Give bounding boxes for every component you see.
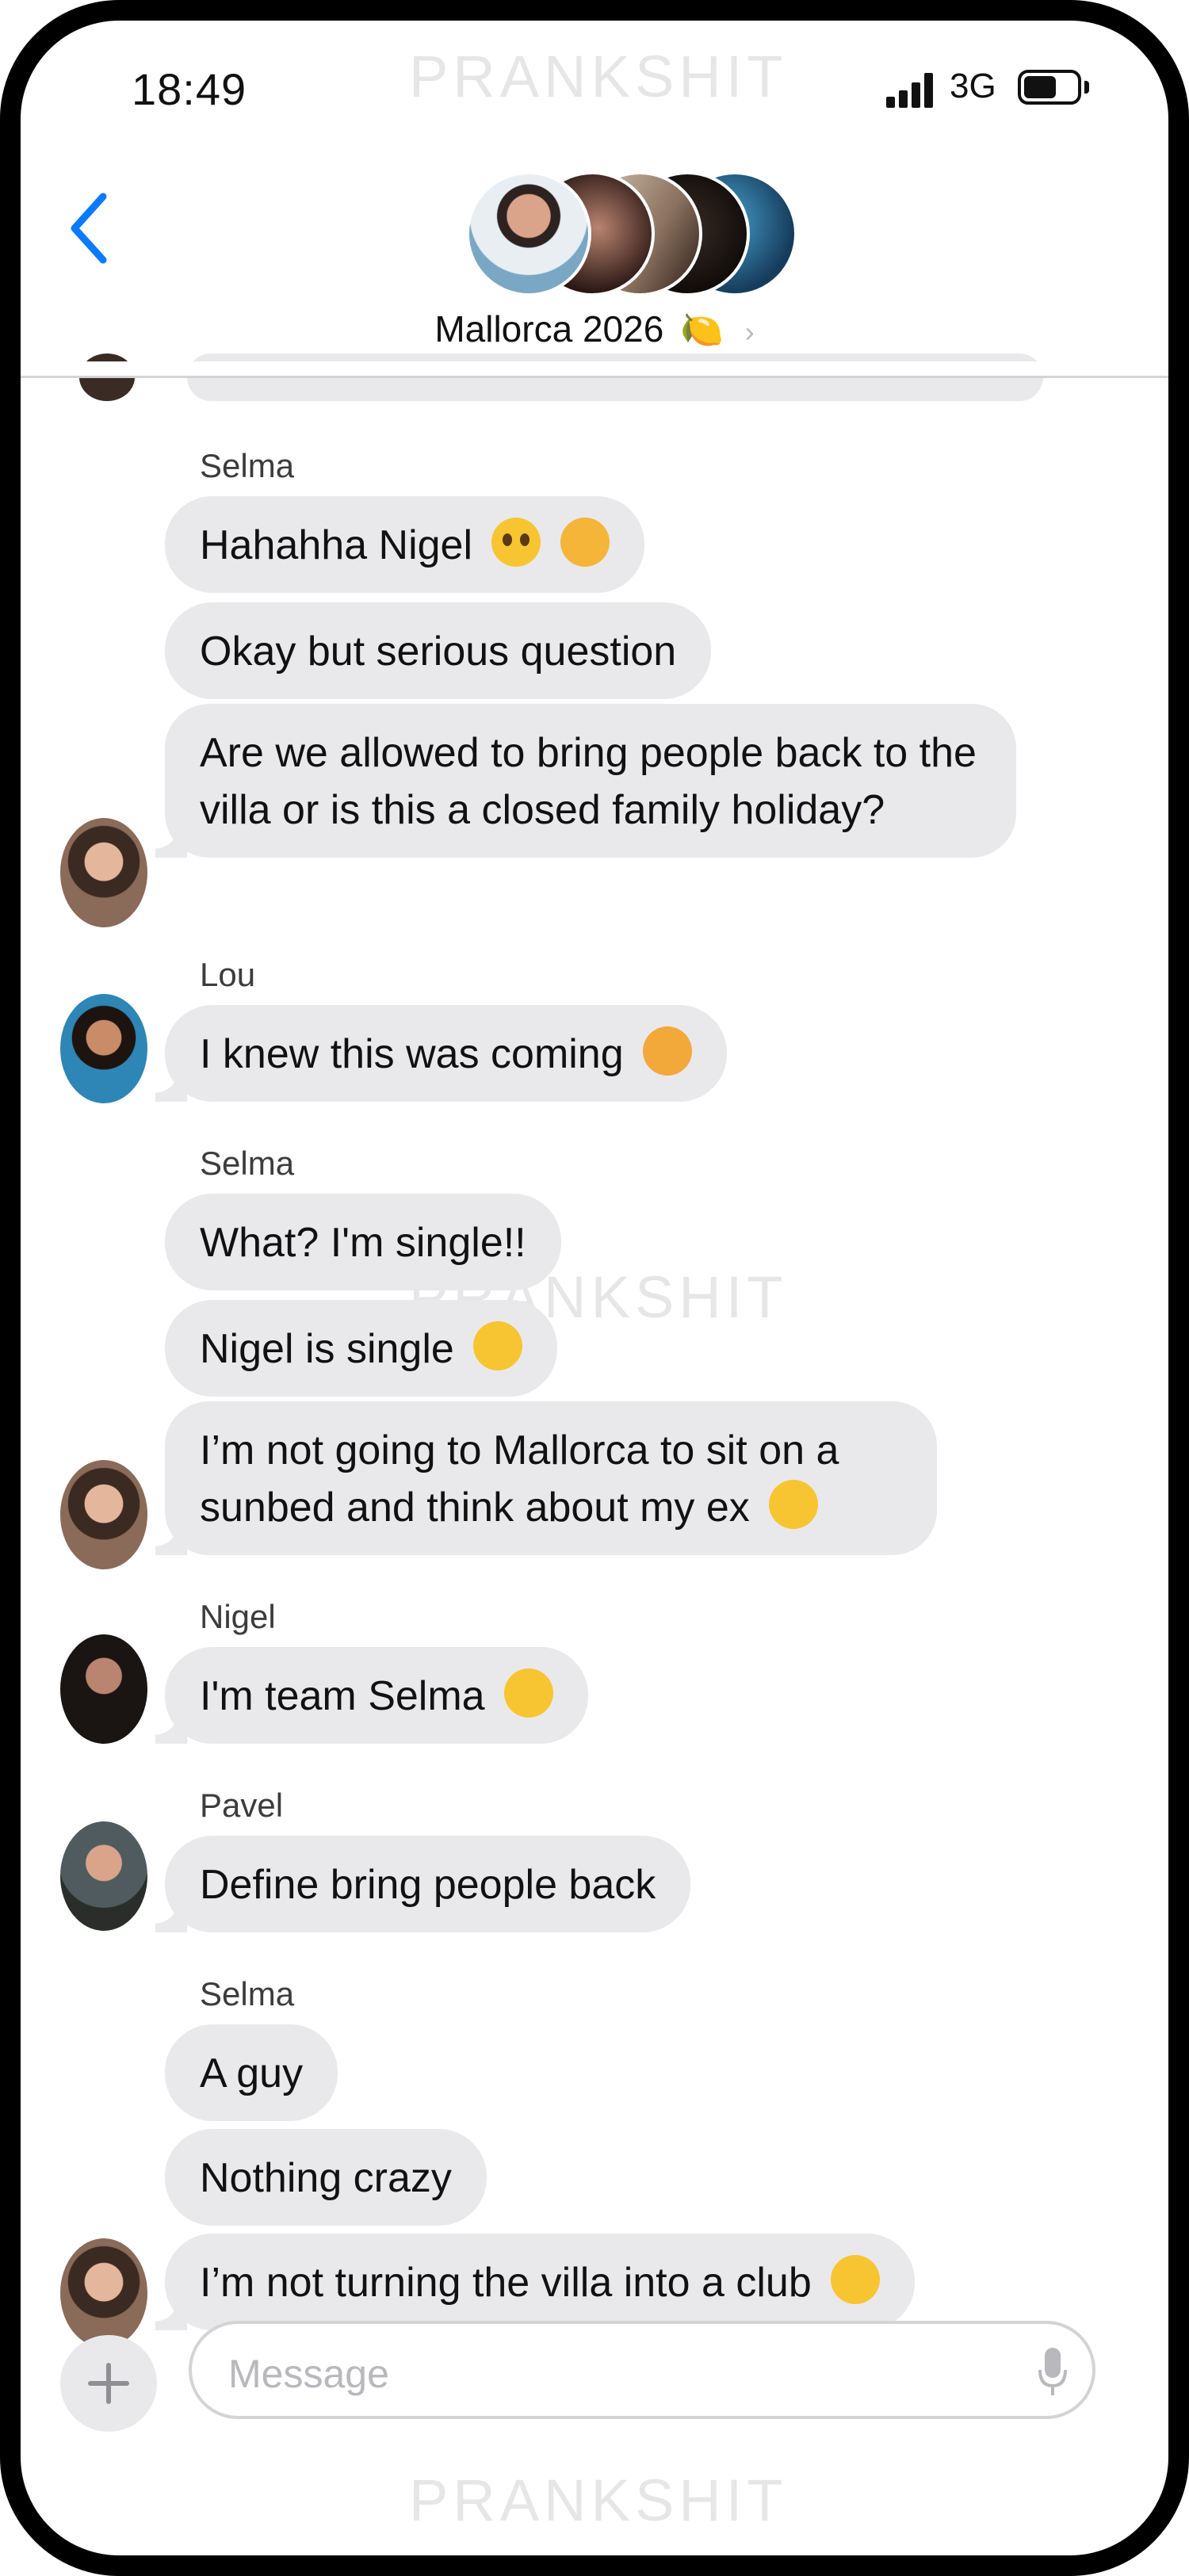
network-type: 3G bbox=[950, 67, 996, 105]
avatar-lou[interactable] bbox=[60, 994, 147, 1103]
sender-name: Selma bbox=[200, 447, 295, 484]
battery-tip bbox=[1084, 81, 1089, 94]
zany-face-emoji bbox=[643, 1026, 693, 1076]
message-placeholder: Message bbox=[228, 2352, 389, 2396]
sender-name: Pavel bbox=[200, 1787, 284, 1824]
plus-button[interactable] bbox=[60, 2335, 157, 2432]
chevron-right-icon: › bbox=[744, 315, 755, 348]
message-bubble[interactable]: Okay but serious question bbox=[165, 602, 712, 699]
message-bubble[interactable]: Hahahha Nigel bbox=[165, 496, 644, 593]
message-bubble[interactable]: I'm team Selma bbox=[155, 1647, 589, 1744]
upside-down-face-emoji bbox=[473, 1321, 523, 1370]
watermark-top: PRANKSHIT bbox=[409, 44, 788, 109]
status-time: 18:49 bbox=[132, 64, 247, 114]
back-chevron-icon[interactable] bbox=[63, 189, 119, 268]
avatar-selma[interactable] bbox=[60, 818, 147, 927]
watermark-bottom: PRANKSHIT bbox=[409, 2467, 788, 2533]
sender-name: Lou bbox=[200, 956, 256, 993]
lemon-emoji: 🍋 bbox=[680, 311, 724, 350]
avatar-selma[interactable] bbox=[60, 1460, 147, 1569]
flushed-emoji bbox=[491, 518, 541, 567]
sender-name: Selma bbox=[200, 1145, 295, 1182]
face-with-hand-emoji bbox=[560, 518, 610, 567]
message-bubble[interactable]: Are we allowed to bring people back to t… bbox=[155, 704, 1016, 858]
grinning-sweat-emoji bbox=[831, 2255, 881, 2304]
group-name: Mallorca 2026 bbox=[434, 308, 664, 350]
message-bubble[interactable]: I’m not turning the villa into a club bbox=[155, 2234, 916, 2330]
sender-name: Selma bbox=[200, 1975, 295, 2012]
group-title[interactable]: Mallorca 2026 🍋 › bbox=[21, 308, 1168, 350]
message-bubble[interactable]: I’m not going to Mallorca to sit on a su… bbox=[155, 1401, 937, 1555]
group-avatars[interactable] bbox=[449, 171, 797, 298]
avatar-nigel[interactable] bbox=[60, 1634, 147, 1744]
microphone-icon[interactable] bbox=[1037, 2346, 1069, 2398]
header-divider bbox=[21, 361, 1168, 377]
message-bubble[interactable]: Nothing crazy bbox=[165, 2129, 487, 2226]
message-bubble[interactable]: I knew this was coming bbox=[155, 1005, 728, 1102]
kissing-face-emoji bbox=[504, 1668, 554, 1718]
battery-icon bbox=[1018, 70, 1081, 105]
phone-frame: 18:49 3G PRANKSHIT PRANKSHIT PRANKSHIT M… bbox=[0, 0, 1189, 2576]
avatar-pavel[interactable] bbox=[60, 1821, 147, 1931]
group-avatar-1 bbox=[466, 171, 591, 296]
sender-name: Nigel bbox=[200, 1598, 276, 1635]
header-divider-line bbox=[21, 376, 1168, 378]
pleading-face-emoji bbox=[769, 1480, 819, 1529]
message-bubble[interactable]: A guy bbox=[165, 2024, 338, 2121]
message-bubble[interactable]: Define bring people back bbox=[155, 1836, 691, 1932]
message-bubble[interactable]: Nigel is single bbox=[165, 1300, 558, 1397]
message-input[interactable]: Message bbox=[189, 2321, 1095, 2419]
plus-icon bbox=[88, 2363, 129, 2404]
message-bubble[interactable]: What? I'm single!! bbox=[165, 1194, 561, 1290]
avatar-selma[interactable] bbox=[60, 2238, 147, 2348]
signal-icon bbox=[886, 71, 935, 108]
